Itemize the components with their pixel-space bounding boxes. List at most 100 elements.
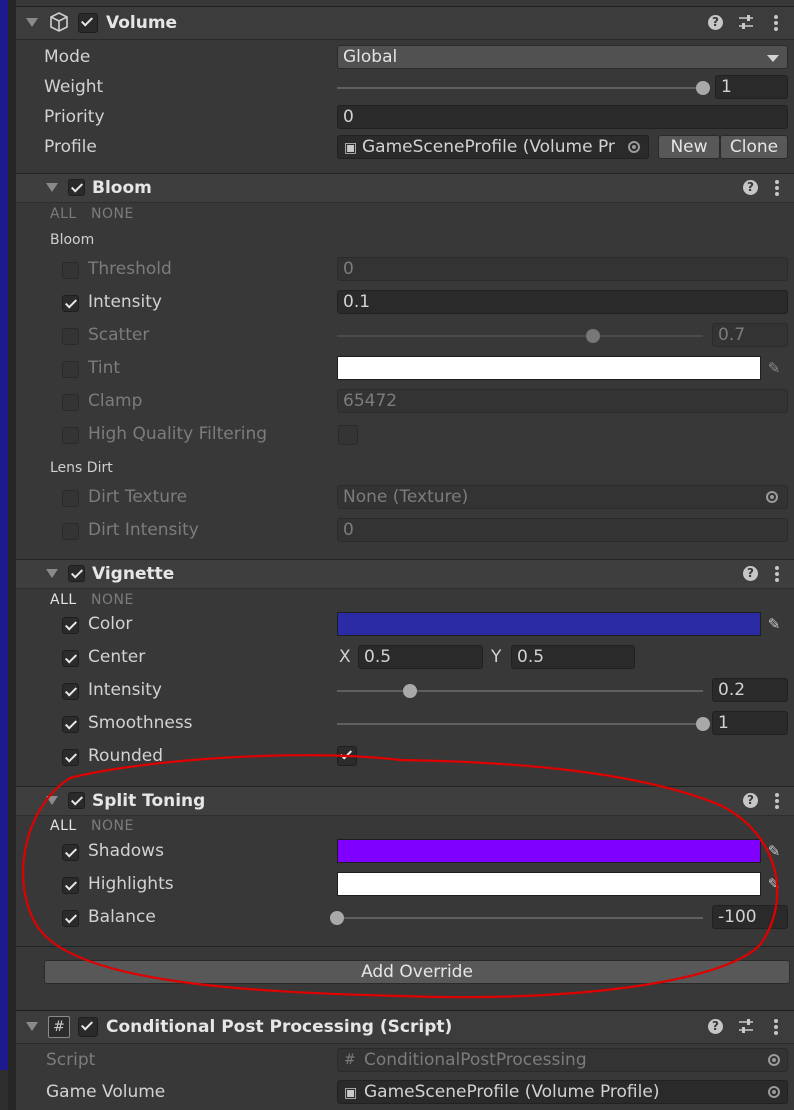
split-toning-header[interactable]: Split Toning ? xyxy=(16,786,794,816)
scatter-override-checkbox[interactable] xyxy=(62,328,79,345)
smoothness-slider-knob[interactable] xyxy=(696,717,710,731)
vignette-intensity-override-checkbox[interactable] xyxy=(62,683,79,700)
smoothness-override-checkbox[interactable] xyxy=(62,716,79,733)
center-y-field[interactable]: 0.5 xyxy=(511,645,635,669)
foldout-arrow-icon[interactable] xyxy=(46,796,58,805)
eyedropper-icon[interactable]: ✎ xyxy=(763,872,785,896)
balance-slider-track[interactable] xyxy=(337,917,703,919)
intensity-field[interactable]: 0.1 xyxy=(337,290,788,314)
balance-override-checkbox[interactable] xyxy=(62,910,79,927)
shadows-color-swatch[interactable] xyxy=(337,839,761,863)
rounded-checkbox[interactable] xyxy=(337,746,357,766)
help-icon[interactable]: ? xyxy=(743,566,758,581)
more-icon[interactable] xyxy=(775,566,779,584)
foldout-arrow-icon[interactable] xyxy=(46,569,58,578)
vignette-intensity-slider-track[interactable] xyxy=(337,690,703,692)
none-toggle[interactable]: NONE xyxy=(91,592,134,608)
weight-slider-knob[interactable] xyxy=(696,81,710,95)
bloom-header[interactable]: Bloom ? xyxy=(16,173,794,203)
script-field[interactable]: # ConditionalPostProcessing xyxy=(337,1048,788,1072)
threshold-override-checkbox[interactable] xyxy=(62,262,79,279)
hq-filtering-checkbox[interactable] xyxy=(338,425,358,445)
highlights-override-checkbox[interactable] xyxy=(62,877,79,894)
object-picker-icon[interactable] xyxy=(768,1054,780,1066)
balance-field[interactable]: -100 xyxy=(712,905,788,929)
script-component-title: Conditional Post Processing (Script) xyxy=(106,1017,453,1037)
hq-filtering-override-checkbox[interactable] xyxy=(62,427,79,444)
weight-field[interactable]: 1 xyxy=(715,75,788,99)
balance-slider-knob[interactable] xyxy=(330,911,344,925)
none-toggle[interactable]: NONE xyxy=(91,206,134,222)
center-x-field[interactable]: 0.5 xyxy=(358,645,483,669)
priority-label: Priority xyxy=(44,107,105,127)
settings-sliders-icon[interactable] xyxy=(736,13,756,35)
settings-sliders-icon[interactable] xyxy=(736,1017,756,1039)
script-component-header[interactable]: # Conditional Post Processing (Script) ? xyxy=(16,1010,794,1044)
threshold-field[interactable]: 0 xyxy=(337,257,788,281)
foldout-arrow-icon[interactable] xyxy=(26,18,38,27)
bloom-enabled-checkbox[interactable] xyxy=(68,179,85,196)
eyedropper-icon[interactable]: ✎ xyxy=(763,839,785,863)
more-icon[interactable] xyxy=(774,1019,778,1037)
eyedropper-icon[interactable]: ✎ xyxy=(763,356,785,380)
center-override-checkbox[interactable] xyxy=(62,650,79,667)
object-picker-icon[interactable] xyxy=(628,141,640,153)
rounded-override-checkbox[interactable] xyxy=(62,749,79,766)
volume-enabled-checkbox[interactable] xyxy=(78,13,98,33)
color-override-checkbox[interactable] xyxy=(62,617,79,634)
help-icon[interactable]: ? xyxy=(743,180,758,195)
more-icon[interactable] xyxy=(775,793,779,811)
profile-field[interactable]: ▣ GameSceneProfile (Volume Pr xyxy=(337,135,649,159)
none-toggle[interactable]: NONE xyxy=(91,818,134,834)
clone-button[interactable]: Clone xyxy=(720,135,788,159)
tint-color-swatch[interactable] xyxy=(337,356,761,380)
clamp-field[interactable]: 65472 xyxy=(337,389,788,413)
all-toggle[interactable]: ALL xyxy=(50,818,77,834)
game-volume-field[interactable]: ▣ GameSceneProfile (Volume Profile) xyxy=(337,1080,788,1104)
all-toggle[interactable]: ALL xyxy=(50,592,77,608)
shadows-override-checkbox[interactable] xyxy=(62,844,79,861)
foldout-arrow-icon[interactable] xyxy=(26,1022,38,1031)
eyedropper-icon[interactable]: ✎ xyxy=(763,612,785,636)
smoothness-field[interactable]: 1 xyxy=(712,711,788,735)
object-picker-icon[interactable] xyxy=(766,491,778,503)
scatter-slider-track[interactable] xyxy=(337,335,703,337)
object-picker-icon[interactable] xyxy=(768,1086,780,1098)
chevron-down-icon xyxy=(767,55,779,62)
split-toning-enabled-checkbox[interactable] xyxy=(68,792,85,809)
volume-header[interactable]: Volume ? xyxy=(16,6,794,40)
smoothness-slider-track[interactable] xyxy=(337,723,703,725)
help-icon[interactable]: ? xyxy=(708,15,723,30)
priority-field[interactable]: 0 xyxy=(337,105,788,129)
all-toggle[interactable]: ALL xyxy=(50,206,77,222)
mode-dropdown[interactable]: Global xyxy=(337,45,788,69)
vignette-intensity-slider-knob[interactable] xyxy=(403,684,418,698)
help-icon[interactable]: ? xyxy=(743,793,758,808)
highlights-color-swatch[interactable] xyxy=(337,872,761,896)
profile-label: Profile xyxy=(44,137,97,157)
dirt-texture-override-checkbox[interactable] xyxy=(62,490,79,507)
vignette-intensity-field[interactable]: 0.2 xyxy=(712,678,788,702)
center-label: Center xyxy=(88,647,146,667)
clamp-label: Clamp xyxy=(88,391,143,411)
dirt-texture-field[interactable]: None (Texture) xyxy=(337,485,788,509)
vignette-enabled-checkbox[interactable] xyxy=(68,565,85,582)
tint-override-checkbox[interactable] xyxy=(62,361,79,378)
help-icon[interactable]: ? xyxy=(708,1019,723,1034)
vignette-color-swatch[interactable] xyxy=(337,612,761,636)
dirt-intensity-field[interactable]: 0 xyxy=(337,518,788,542)
new-button[interactable]: New xyxy=(658,135,720,159)
script-enabled-checkbox[interactable] xyxy=(78,1017,98,1037)
vignette-header[interactable]: Vignette ? xyxy=(16,559,794,589)
more-icon[interactable] xyxy=(775,180,779,198)
group-label-bloom: Bloom xyxy=(50,232,95,248)
weight-slider-track[interactable] xyxy=(337,87,703,89)
add-override-button[interactable]: Add Override xyxy=(44,960,790,984)
foldout-arrow-icon[interactable] xyxy=(46,183,58,192)
more-icon[interactable] xyxy=(774,15,778,33)
scatter-slider-knob[interactable] xyxy=(586,329,601,343)
dirt-intensity-override-checkbox[interactable] xyxy=(62,523,79,540)
scatter-field[interactable]: 0.7 xyxy=(712,323,788,347)
intensity-override-checkbox[interactable] xyxy=(62,295,79,312)
clamp-override-checkbox[interactable] xyxy=(62,394,79,411)
